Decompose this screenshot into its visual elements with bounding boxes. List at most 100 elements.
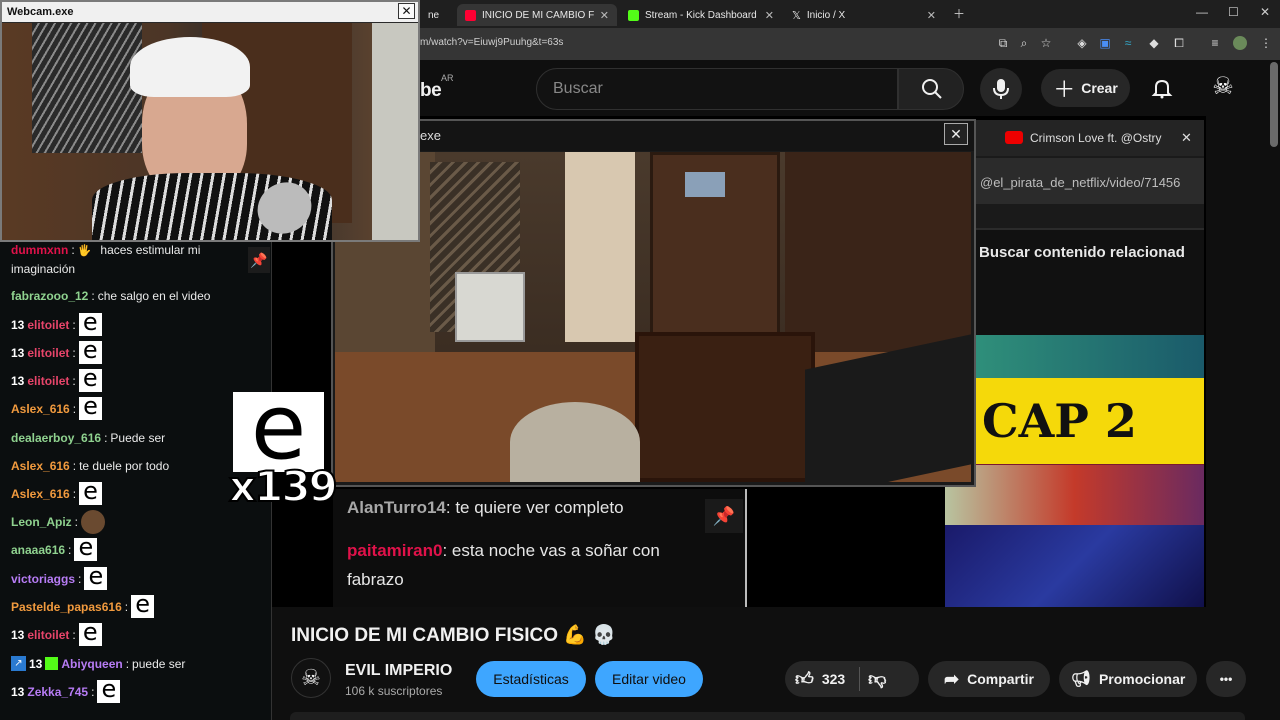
chat-user[interactable]: victoriaggs: [11, 572, 75, 586]
emote-combo-count: x139: [228, 461, 339, 512]
chat-message: dealaerboy_616: Puede ser: [11, 431, 166, 445]
kick-icon: [628, 9, 639, 21]
plus-icon: ＋: [1053, 77, 1076, 102]
thumb-art: [945, 465, 1204, 525]
channel-avatar[interactable]: ☠: [291, 658, 331, 698]
translate-icon[interactable]: ▣: [1098, 36, 1112, 50]
bookmark-star-icon[interactable]: ☆: [1039, 36, 1053, 50]
cast-icon[interactable]: ⧉: [996, 36, 1010, 50]
chat-message: Leon_Apiz:: [11, 510, 106, 534]
maximize-icon[interactable]: ☐: [1228, 5, 1239, 19]
chat-badge: 13: [29, 656, 43, 671]
account-avatar[interactable]: ☠: [1210, 72, 1236, 104]
chat-user[interactable]: anaaa616: [11, 543, 65, 557]
chat-user[interactable]: Aslex_616: [11, 402, 70, 416]
extensions-puzzle-icon[interactable]: ⧠: [1172, 36, 1186, 50]
minimize-icon[interactable]: —: [1196, 5, 1208, 19]
search-input[interactable]: Buscar: [536, 68, 898, 110]
promote-button[interactable]: 📢︎ Promocionar: [1059, 661, 1197, 697]
chat-user[interactable]: Aslex_616: [11, 459, 70, 473]
extension-icon[interactable]: ◈: [1075, 36, 1089, 50]
menu-icon[interactable]: ⋮: [1259, 36, 1273, 50]
e-emote: e: [78, 366, 102, 392]
tab-x-home[interactable]: 𝕏 Inicio / X ✕: [784, 4, 944, 26]
combo-emote: e: [233, 383, 324, 473]
webcam-close-button[interactable]: ✕: [398, 3, 415, 19]
e-emote: e: [79, 394, 103, 420]
chat-user[interactable]: fabrazooo_12: [11, 289, 88, 303]
create-button[interactable]: ＋ Crear: [1041, 69, 1130, 107]
close-icon[interactable]: ✕: [600, 9, 609, 22]
microphone-icon: [993, 79, 1009, 99]
stats-button[interactable]: Estadísticas: [476, 661, 586, 697]
wall: [372, 23, 418, 240]
extension-icon[interactable]: ◆: [1147, 36, 1161, 50]
chat-badge: 13: [11, 684, 25, 699]
e-emote: e: [131, 592, 155, 618]
chat-user[interactable]: dummxnn: [11, 243, 68, 257]
tab-youtube-video[interactable]: INICIO DE MI CAMBIO FISICO 💪 ✕: [457, 4, 617, 26]
dark-door: [785, 152, 971, 352]
chair: [635, 332, 815, 482]
divider: [976, 204, 1204, 228]
profile-avatar[interactable]: [1233, 36, 1247, 50]
pin-icon[interactable]: 📌: [248, 247, 270, 273]
like-button[interactable]: 👍︎ 323: [795, 668, 845, 690]
media-controls-icon[interactable]: ≡: [1208, 36, 1222, 50]
tab-label: Stream - Kick Dashboard: [645, 9, 757, 21]
e-emote: e: [78, 620, 102, 646]
channel-name[interactable]: EVIL IMPERIO: [345, 662, 452, 680]
edit-video-button[interactable]: Editar video: [595, 661, 703, 697]
chat-text: imaginación: [11, 262, 76, 276]
close-icon[interactable]: ✕: [927, 9, 936, 22]
chat-user[interactable]: Zekka_745: [27, 685, 88, 699]
chat-user[interactable]: elitoilet: [27, 628, 69, 642]
tab-partial[interactable]: ne: [420, 4, 450, 26]
new-tab-icon[interactable]: ＋: [953, 5, 965, 22]
chat-user[interactable]: Abiyqueen: [61, 657, 122, 671]
e-emote: e: [97, 677, 121, 703]
url-field[interactable]: m/watch?v=Eiuwj9Puuhg&t=63s: [420, 37, 563, 48]
webcam-title: Webcam.exe: [7, 6, 74, 18]
like-dislike-group: 👍︎ 323 👎︎: [785, 661, 919, 697]
page-scrollbar[interactable]: [1270, 62, 1278, 147]
thumb-art-bottom: [945, 525, 1204, 607]
chat-message: 13 elitoilet: e: [11, 366, 102, 392]
chat-user[interactable]: Aslex_616: [11, 487, 70, 501]
tab-partial-label: ne: [428, 9, 440, 21]
divider: [859, 667, 861, 691]
chat-user[interactable]: elitoilet: [27, 318, 69, 332]
chat-message: 13 elitoilet: e: [11, 620, 102, 646]
door-sticker: [685, 172, 725, 197]
share-button[interactable]: ➦ Compartir: [928, 661, 1050, 697]
chat-user[interactable]: elitoilet: [27, 374, 69, 388]
chat-user[interactable]: elitoilet: [27, 346, 69, 360]
close-icon[interactable]: ✕: [765, 9, 774, 22]
voice-search-button[interactable]: [980, 68, 1022, 110]
close-window-icon[interactable]: ✕: [1260, 5, 1270, 19]
chat-message: Aslex_616: e: [11, 479, 103, 505]
tab-kick-dashboard[interactable]: Stream - Kick Dashboard ✕: [620, 4, 782, 26]
stream-chat-overlay: AlanTurro14: te quiere ver completo pait…: [333, 489, 747, 607]
youtube-icon: [465, 9, 476, 21]
zoom-icon[interactable]: ⌕: [1017, 36, 1031, 50]
megaphone-icon: 📢︎: [1070, 671, 1091, 688]
chat-text: puede ser: [132, 656, 186, 671]
face-emote: [81, 510, 106, 534]
dislike-button[interactable]: 👎︎: [868, 668, 886, 690]
e-emote: e: [78, 310, 102, 336]
extension-icon[interactable]: ≈: [1121, 36, 1135, 50]
youtube-logo[interactable]: be: [420, 80, 442, 102]
pin-icon: 📌: [705, 499, 743, 533]
create-label: Crear: [1081, 80, 1118, 96]
chat-user[interactable]: Pastelde_papas616: [11, 600, 122, 614]
thumbs-up-icon: 👍︎: [795, 669, 814, 689]
chat-user[interactable]: Leon_Apiz: [11, 515, 72, 529]
search-icon: [922, 79, 942, 99]
e-emote: e: [84, 564, 108, 590]
notifications-bell-icon[interactable]: [1150, 76, 1174, 100]
chat-user[interactable]: dealaerboy_616: [11, 431, 101, 445]
search-button[interactable]: [898, 68, 964, 110]
popup-close-button[interactable]: ✕: [944, 123, 968, 145]
more-actions-button[interactable]: •••: [1206, 661, 1246, 697]
